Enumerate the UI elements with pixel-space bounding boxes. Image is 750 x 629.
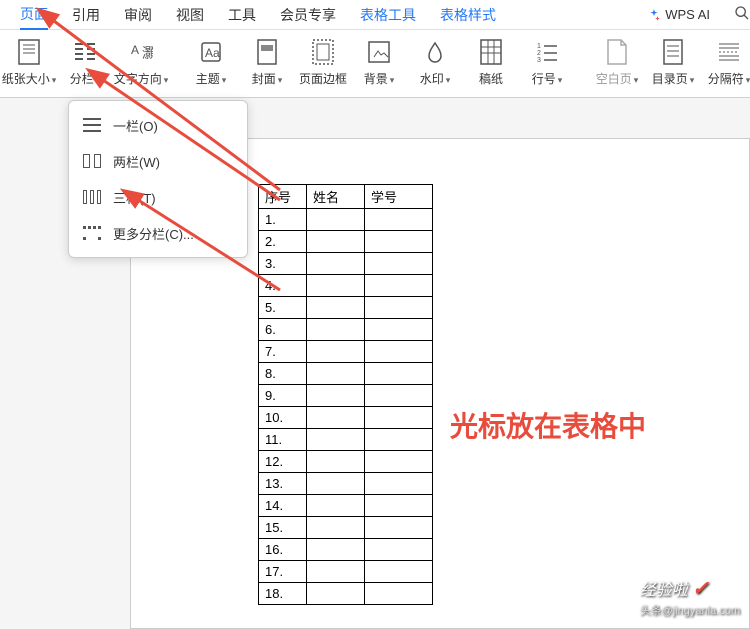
manuscript-button[interactable]: 稿纸 [470,36,512,87]
columns-icon [73,36,97,68]
tab-reference[interactable]: 引用 [72,1,100,29]
svg-text:灝: 灝 [142,45,153,61]
tab-member[interactable]: 会员专享 [280,1,336,29]
svg-text:2: 2 [537,50,541,57]
col-id: 学号 [365,185,433,209]
tab-table-style[interactable]: 表格样式 [440,1,496,29]
table-row[interactable]: 15. [259,517,433,539]
more-columns-icon [83,226,101,240]
table-row[interactable]: 13. [259,473,433,495]
table-row[interactable]: 10. [259,407,433,429]
blank-page-button[interactable]: 空白页 [596,36,638,87]
table-row[interactable]: 12. [259,451,433,473]
menu-two-column[interactable]: 两栏(W) [69,143,247,179]
menu-more-columns[interactable]: 更多分栏(C)... [69,215,247,251]
ribbon-toolbar: 纸张大小 分栏 A灝 文字方向 Aa 主题 封面 页面边框 背景 水印 稿纸 1… [0,30,750,98]
wps-ai-button[interactable]: WPS AI [647,7,710,22]
text-direction-button[interactable]: A灝 文字方向 [120,36,162,87]
text-direction-icon: A灝 [129,36,153,68]
columns-dropdown-menu: 一栏(O) 两栏(W) 三栏(T) 更多分栏(C)... [68,100,248,258]
theme-button[interactable]: Aa 主题 [190,36,232,87]
col-name: 姓名 [307,185,365,209]
background-button[interactable]: 背景 [358,36,400,87]
one-column-icon [83,118,101,132]
paper-size-button[interactable]: 纸张大小 [8,36,50,87]
manuscript-icon [480,36,502,68]
blank-page-icon [607,36,627,68]
table-row[interactable]: 16. [259,539,433,561]
watermark-button[interactable]: 水印 [414,36,456,87]
search-icon[interactable] [734,5,750,24]
ai-sparkle-icon [647,8,661,22]
table-row[interactable]: 17. [259,561,433,583]
watermark-icon [424,36,446,68]
table-row[interactable]: 1. [259,209,433,231]
separator-icon [717,36,741,68]
page-border-button[interactable]: 页面边框 [302,36,344,87]
tab-page[interactable]: 页面 [20,0,48,30]
table-row[interactable]: 6. [259,319,433,341]
tab-review[interactable]: 审阅 [124,1,152,29]
toc-page-button[interactable]: 目录页 [652,36,694,87]
svg-text:1: 1 [537,43,541,50]
annotation-text: 光标放在表格中 [450,405,646,445]
col-seq: 序号 [259,185,307,209]
line-numbers-button[interactable]: 123 行号 [526,36,568,87]
separator-button[interactable]: 分隔符 [708,36,750,87]
paper-size-icon [18,36,40,68]
table-row[interactable]: 5. [259,297,433,319]
toc-page-icon [663,36,683,68]
data-table[interactable]: 序号 姓名 学号 1.2.3.4.5.6.7.8.9.10.11.12.13.1… [258,184,433,605]
table-row[interactable]: 3. [259,253,433,275]
line-numbers-icon: 123 [536,36,558,68]
table-row[interactable]: 9. [259,385,433,407]
svg-text:3: 3 [537,57,541,63]
table-row[interactable]: 18. [259,583,433,605]
table-row[interactable]: 4. [259,275,433,297]
tab-table-tools[interactable]: 表格工具 [360,1,416,29]
watermark-logo: 经验啦 ✓ 头条@jingyanla.com [640,576,740,619]
cover-button[interactable]: 封面 [246,36,288,87]
background-icon [368,36,390,68]
table-row[interactable]: 2. [259,231,433,253]
cover-icon [257,36,277,68]
svg-text:A: A [131,43,139,57]
table-header-row: 序号 姓名 学号 [259,185,433,209]
page-border-icon [312,36,334,68]
table-row[interactable]: 8. [259,363,433,385]
tab-tools[interactable]: 工具 [228,1,256,29]
svg-text:Aa: Aa [205,46,220,60]
menu-three-column[interactable]: 三栏(T) [69,179,247,215]
menu-one-column[interactable]: 一栏(O) [69,107,247,143]
three-column-icon [83,190,101,204]
two-column-icon [83,154,101,168]
tab-view[interactable]: 视图 [176,1,204,29]
table-row[interactable]: 11. [259,429,433,451]
ribbon-tabs: 页面 引用 审阅 视图 工具 会员专享 表格工具 表格样式 WPS AI [0,0,750,30]
table-row[interactable]: 14. [259,495,433,517]
theme-icon: Aa [199,36,223,68]
columns-button[interactable]: 分栏 [64,36,106,87]
table-row[interactable]: 7. [259,341,433,363]
